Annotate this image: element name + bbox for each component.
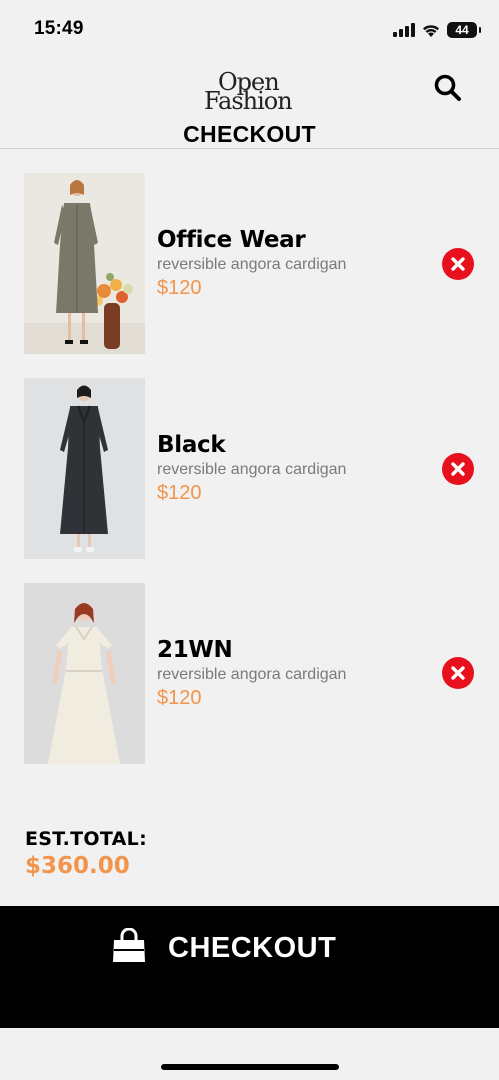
status-icons: 44 [393, 20, 481, 40]
cart-item[interactable]: 21WN reversible angora cardigan $120 [0, 583, 499, 765]
close-icon [451, 257, 465, 271]
close-icon [451, 666, 465, 680]
product-name: 21WN [157, 637, 233, 663]
remove-item-button[interactable] [442, 657, 474, 689]
cart-item[interactable]: Office Wear reversible angora cardigan $… [0, 173, 499, 355]
logo-line-2: Fashion [204, 87, 293, 115]
search-icon [434, 74, 461, 101]
product-image[interactable] [24, 173, 145, 354]
home-indicator[interactable] [161, 1064, 339, 1070]
product-image[interactable] [24, 378, 145, 559]
app-logo[interactable]: Open Fashion [200, 68, 304, 115]
shopping-bag-icon [113, 928, 145, 962]
total-value: $360.00 [25, 853, 130, 879]
product-price: $120 [157, 687, 202, 709]
battery-level: 44 [455, 23, 469, 37]
close-icon [451, 462, 465, 476]
product-price: $120 [157, 482, 202, 504]
remove-item-button[interactable] [442, 453, 474, 485]
remove-item-button[interactable] [442, 248, 474, 280]
product-image[interactable] [24, 583, 145, 764]
total-label: EST.TOTAL: [25, 828, 147, 850]
cart-item[interactable]: Black reversible angora cardigan $120 [0, 378, 499, 560]
product-description: reversible angora cardigan [157, 666, 347, 683]
wifi-icon [423, 24, 439, 37]
product-description: reversible angora cardigan [157, 256, 347, 273]
battery-indicator: 44 [447, 22, 481, 38]
search-button[interactable] [432, 72, 464, 104]
checkout-button[interactable]: CHECKOUT [0, 906, 499, 1028]
product-description: reversible angora cardigan [157, 461, 347, 478]
header-divider [0, 148, 499, 149]
product-name: Office Wear [157, 227, 306, 253]
signal-icon [393, 23, 415, 37]
checkout-label: CHECKOUT [168, 932, 337, 964]
status-time: 15:49 [34, 18, 84, 39]
product-name: Black [157, 432, 226, 458]
page-title: CHECKOUT [183, 121, 316, 147]
product-price: $120 [157, 277, 202, 299]
